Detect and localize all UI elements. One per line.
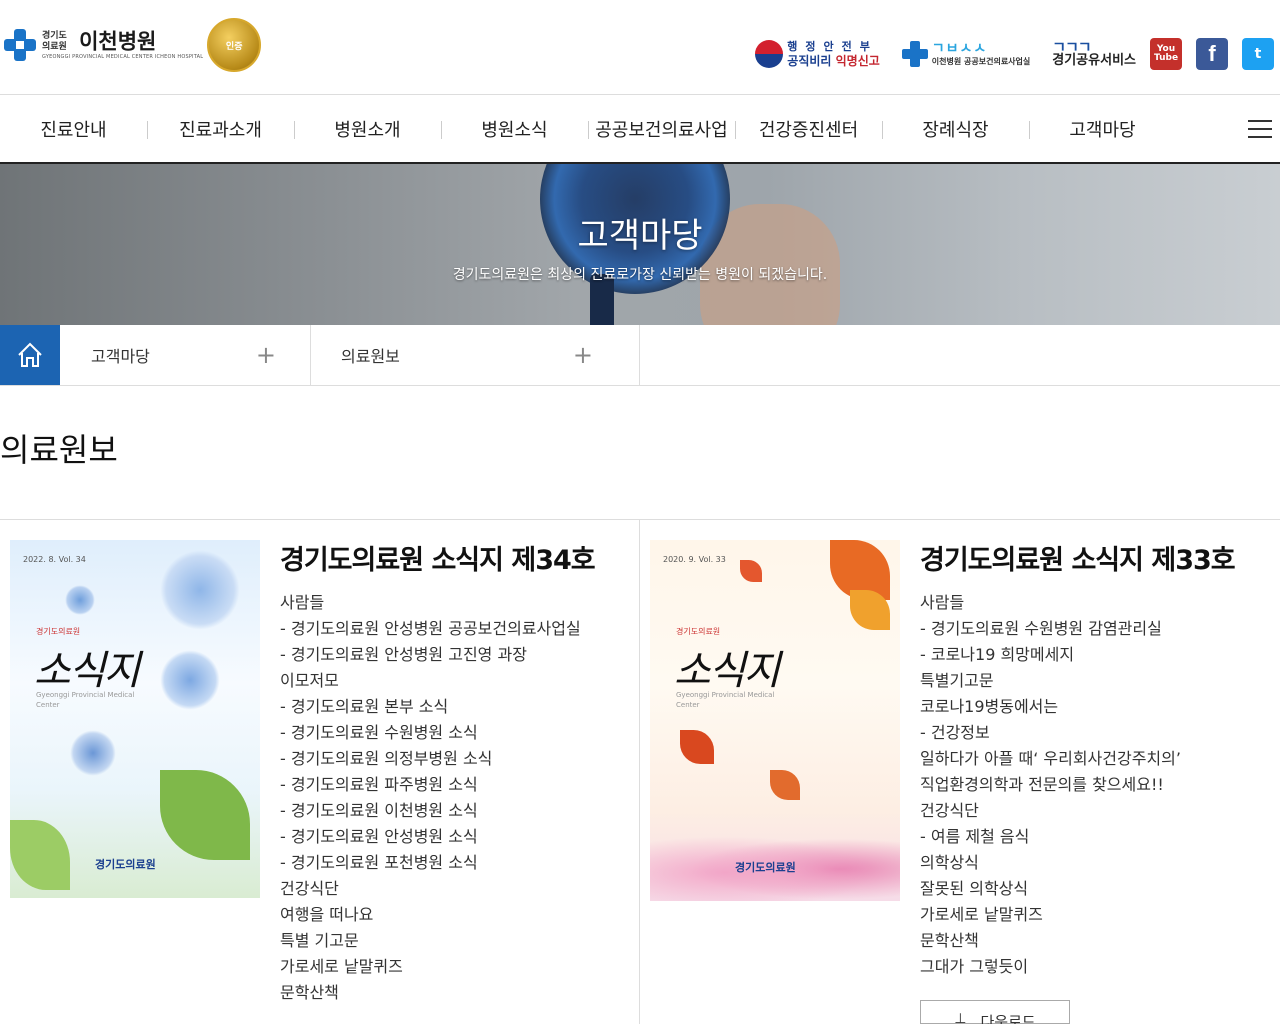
- list-item: - 경기도의료원 본부 소식: [280, 697, 449, 716]
- list-item: 여행을 떠나요: [280, 905, 374, 924]
- list-item: - 경기도의료원 의정부병원 소식: [280, 749, 493, 768]
- cover-hospital: 경기도의료원: [676, 627, 721, 636]
- list-item: - 경기도의료원 수원병원 소식: [280, 723, 478, 742]
- sub-visual-banner: 고객마당 경기도의료원은 최상의 진료로가장 신뢰받는 병원이 되겠습니다.: [0, 164, 1280, 325]
- list-item: - 경기도의료원 수원병원 감염관리실: [920, 619, 1162, 638]
- list-item: - 코로나19 희망메세지: [920, 645, 1075, 664]
- nav-item-about[interactable]: 병원소개: [294, 95, 441, 162]
- newsletter-title-33[interactable]: 경기도의료원 소식지 제33호: [920, 538, 1236, 577]
- list-item: 직업환경의학과 전문의를 찾으세요!!: [920, 775, 1164, 794]
- download-label: 다운로드: [980, 1013, 1036, 1024]
- cover-english: Gyeonggi Provincial Medical Center: [36, 691, 135, 709]
- logo-english-name: GYEONGGI PROVINCIAL MEDICAL CENTER ICHEO…: [42, 53, 204, 60]
- cover-title: 소식지: [674, 648, 780, 694]
- list-item: 이모저모: [280, 671, 339, 690]
- list-item: 의학상식: [920, 853, 979, 872]
- twitter-icon[interactable]: t: [1242, 38, 1274, 70]
- list-item: 특별 기고문: [280, 931, 359, 950]
- hospital-logo[interactable]: 경기도 의료원 이천병원 GYEONGGI PROVINCIAL MEDICAL…: [4, 18, 262, 72]
- banner-subtitle: 경기도의료원은 최상의 진료로가장 신뢰받는 병원이 되겠습니다.: [452, 267, 828, 283]
- cover-footer-logo: 경기도의료원: [95, 858, 156, 871]
- location-depth2-label: 의료원보: [341, 347, 400, 366]
- list-item: 잘못된 의학상식: [920, 879, 1029, 898]
- menu-hamburger-icon[interactable]: [1248, 120, 1272, 138]
- list-item: - 여름 제철 음식: [920, 827, 1030, 846]
- download-icon: ⊥: [954, 1011, 967, 1024]
- list-item: - 경기도의료원 안성병원 소식: [280, 827, 478, 846]
- youtube-icon[interactable]: You Tube: [1150, 38, 1182, 70]
- nav-item-customer[interactable]: 고객마당: [1029, 95, 1176, 162]
- cover-title: 소식지: [34, 648, 140, 694]
- nav-item-health-center[interactable]: 건강증진센터: [735, 95, 882, 162]
- newsletter-contents-34: 사람들 - 경기도의료원 안성병원 공공보건의료사업실 - 경기도의료원 안성병…: [280, 590, 581, 1006]
- list-item: 사람들: [920, 593, 965, 612]
- home-icon: [18, 342, 42, 367]
- list-item: - 경기도의료원 포천병원 소식: [280, 853, 478, 872]
- page-title: 의료원보: [0, 431, 118, 469]
- site-header: 경기도 의료원 이천병원 GYEONGGI PROVINCIAL MEDICAL…: [0, 0, 1280, 95]
- main-nav: 진료안내 진료과소개 병원소개 병원소식 공공보건의료사업 건강증진센터 장례식…: [0, 95, 1280, 164]
- cover-volume: 2020. 9. Vol. 33: [663, 555, 726, 564]
- logo-hospital-name: 이천병원: [79, 29, 157, 53]
- share-service-link[interactable]: ㄱㄱㄱ 경기공유서비스: [1052, 40, 1136, 68]
- nav-item-news[interactable]: 병원소식: [441, 95, 588, 162]
- health-cross-icon: [901, 41, 928, 67]
- list-item: 일하다가 아플 때‘ 우리회사건강주치의’: [920, 749, 1181, 768]
- taegeuk-icon: [755, 40, 784, 68]
- health-link-text: 이천병원 공공보건의료사업실: [931, 57, 1031, 66]
- location-bar: 고객마당 + 의료원보 +: [0, 325, 1280, 386]
- plus-icon: +: [572, 341, 593, 369]
- list-item: 가로세로 낱말퀴즈: [280, 957, 403, 976]
- share-logo: ㄱㄱㄱ: [1052, 38, 1091, 56]
- divider: [0, 519, 1280, 520]
- nav-item-departments[interactable]: 진료과소개: [147, 95, 294, 162]
- location-depth2[interactable]: 의료원보 +: [311, 325, 640, 385]
- newsletter-cover-33[interactable]: 2020. 9. Vol. 33 경기도의료원 소식지 Gyeonggi Pro…: [650, 540, 900, 901]
- nav-item-funeral[interactable]: 장례식장: [882, 95, 1029, 162]
- gov-report-link[interactable]: 행정안전부 공직비리 익명신고: [755, 40, 880, 68]
- nav-item-public-health[interactable]: 공공보건의료사업: [588, 95, 735, 162]
- location-depth1-label: 고객마당: [91, 347, 150, 366]
- gov-ministry-text: 행정안전부: [787, 40, 878, 53]
- list-item: - 경기도의료원 안성병원 고진영 과장: [280, 645, 527, 664]
- list-item: 그대가 그렇듯이: [920, 957, 1029, 976]
- cover-english: Gyeonggi Provincial Medical Center: [676, 691, 775, 709]
- list-item: 건강식단: [280, 879, 339, 898]
- logo-cross-icon: [4, 29, 36, 61]
- list-item: 사람들: [280, 593, 325, 612]
- cover-footer-logo: 경기도의료원: [735, 861, 796, 874]
- gov-report-text-b: 익명신고: [835, 54, 880, 68]
- certification-badge-icon: 인증: [207, 18, 262, 72]
- list-item: 문학산책: [920, 931, 979, 950]
- cover-volume: 2022. 8. Vol. 34: [23, 555, 86, 564]
- nav-item-clinic-guide[interactable]: 진료안내: [0, 95, 147, 162]
- list-item: 가로세로 낱말퀴즈: [920, 905, 1043, 924]
- banner-title: 고객마당: [577, 216, 703, 256]
- logo-org-text: 경기도 의료원: [42, 30, 67, 52]
- cover-hospital: 경기도의료원: [36, 627, 81, 636]
- public-health-link[interactable]: ㄱㅂㅅㅅ 이천병원 공공보건의료사업실: [901, 41, 1031, 67]
- list-item: 문학산책: [280, 983, 339, 1002]
- divider: [639, 519, 640, 1024]
- gov-report-text-a: 공직비리: [787, 54, 836, 68]
- facebook-icon[interactable]: f: [1196, 38, 1228, 70]
- download-button[interactable]: ⊥ 다운로드: [920, 1000, 1070, 1024]
- utility-links: 행정안전부 공직비리 익명신고 ㄱㅂㅅㅅ 이천병원 공공보건의료사업실 ㄱㄱㄱ …: [733, 36, 1274, 72]
- list-item: - 경기도의료원 파주병원 소식: [280, 775, 478, 794]
- plus-icon: +: [255, 341, 276, 369]
- share-service-text: 경기공유서비스: [1052, 53, 1136, 68]
- newsletter-title-34[interactable]: 경기도의료원 소식지 제34호: [280, 538, 596, 577]
- health-wave-logo: ㄱㅂㅅㅅ: [931, 41, 988, 57]
- newsletter-cover-34[interactable]: 2022. 8. Vol. 34 경기도의료원 소식지 Gyeonggi Pro…: [10, 540, 260, 898]
- list-item: - 경기도의료원 이천병원 소식: [280, 801, 478, 820]
- list-item: - 건강정보: [920, 723, 990, 742]
- location-depth1[interactable]: 고객마당 +: [60, 325, 311, 385]
- list-item: 건강식단: [920, 801, 979, 820]
- list-item: 코로나19병동에서는: [920, 697, 1059, 716]
- newsletter-contents-33: 사람들 - 경기도의료원 수원병원 감염관리실 - 코로나19 희망메세지 특별…: [920, 590, 1181, 980]
- home-button[interactable]: [0, 325, 60, 385]
- list-item: 특별기고문: [920, 671, 994, 690]
- list-item: - 경기도의료원 안성병원 공공보건의료사업실: [280, 619, 581, 638]
